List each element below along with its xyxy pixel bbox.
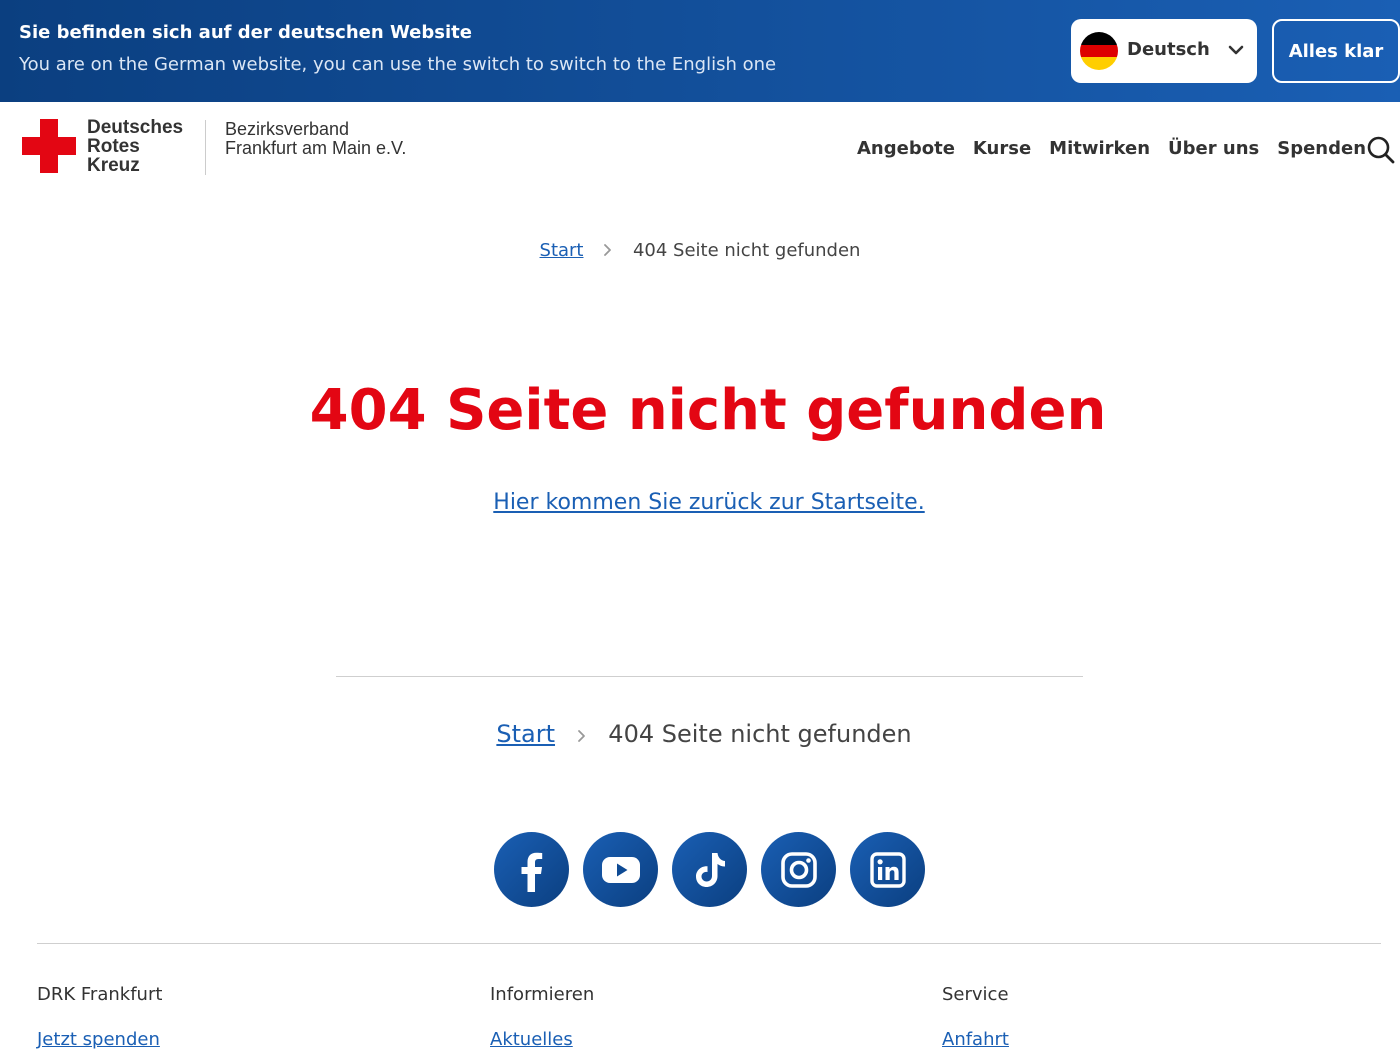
logo-line: Deutsches [87,117,184,138]
back-link-container: Hier kommen Sie zurück zur Startseite. [0,490,1400,515]
breadcrumb: Start 404 Seite nicht gefunden [0,240,1400,261]
nav-item-mitwirken[interactable]: Mitwirken [1049,138,1150,159]
youtube-link[interactable] [583,832,658,907]
linkedin-link[interactable] [850,832,925,907]
linkedin-icon [869,851,906,888]
org-line: Bezirksverband [225,119,350,139]
content-divider [336,676,1083,677]
logo-wordmark[interactable]: Deutsches Rotes Kreuz [87,118,183,175]
language-select[interactable]: Deutsch [1071,19,1257,83]
footer-divider [37,943,1381,944]
breadcrumb-current: 404 Seite nicht gefunden [608,720,912,748]
tiktok-icon [695,852,725,887]
tiktok-link[interactable] [672,832,747,907]
youtube-icon [601,856,640,883]
chevron-down-icon [1228,45,1244,55]
logo-line: Rotes [87,136,140,157]
footer-link-news[interactable]: Aktuelles [490,1029,594,1050]
nav-item-kurse[interactable]: Kurse [973,138,1031,159]
footer-heading: Service [942,984,1009,1005]
logo-divider [205,120,206,175]
organization-name[interactable]: Bezirksverband Frankfurt am Main e.V. [225,120,406,158]
confirm-language-button[interactable]: Alles klar [1272,19,1400,83]
page-title: 404 Seite nicht gefunden [309,378,1107,443]
site-header: Deutsches Rotes Kreuz Bezirksverband Fra… [0,102,1400,202]
org-line: Frankfurt am Main e.V. [225,138,407,158]
footer-column-drk: DRK Frankfurt Jetzt spenden [37,984,162,1050]
footer-heading: DRK Frankfurt [37,984,163,1005]
language-select-value: Deutsch [1127,39,1210,60]
back-to-home-link[interactable]: Hier kommen Sie zurück zur Startseite. [493,490,924,515]
banner-title: Sie befinden sich auf der deutschen Webs… [19,22,472,43]
main-navigation: Angebote Kurse Mitwirken Über uns Spende… [848,138,1375,159]
instagram-link[interactable] [761,832,836,907]
footer-link-directions[interactable]: Anfahrt [942,1029,1009,1050]
breadcrumb-footer: Start 404 Seite nicht gefunden [0,720,1400,748]
nav-item-ueber-uns[interactable]: Über uns [1168,138,1259,159]
footer-column-info: Informieren Aktuelles [490,984,594,1050]
footer-column-service: Service Anfahrt [942,984,1009,1050]
breadcrumb-current: 404 Seite nicht gefunden [632,240,861,261]
breadcrumb-start-link[interactable]: Start [496,720,555,748]
footer-heading: Informieren [490,984,595,1005]
german-flag-icon [1080,32,1118,70]
banner-subtitle: You are on the German website, you can u… [19,54,777,75]
social-links [494,832,939,907]
instagram-icon [780,851,817,888]
red-cross-icon[interactable] [22,119,76,173]
facebook-icon [521,852,542,892]
language-banner: Sie befinden sich auf der deutschen Webs… [0,0,1400,102]
nav-item-spenden[interactable]: Spenden [1277,138,1366,159]
chevron-right-icon [604,244,612,256]
chevron-right-icon [577,730,585,742]
logo-line: Kreuz [87,155,140,176]
breadcrumb-start-link[interactable]: Start [540,240,584,261]
footer-link-donate[interactable]: Jetzt spenden [37,1029,162,1050]
nav-item-angebote[interactable]: Angebote [857,138,955,159]
facebook-link[interactable] [494,832,569,907]
search-icon[interactable] [1366,135,1396,165]
